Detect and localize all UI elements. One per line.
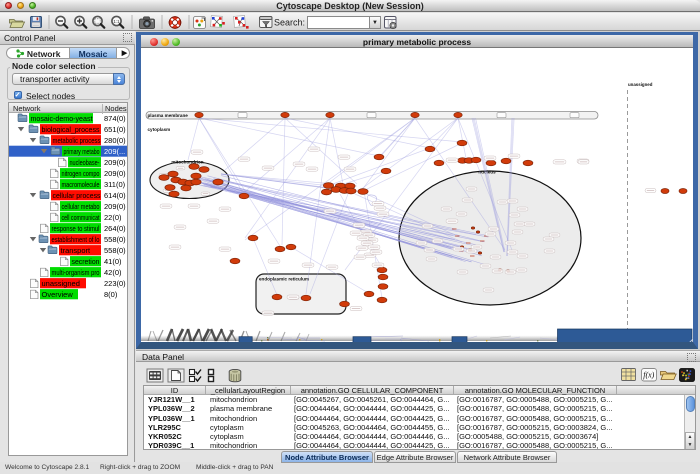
svg-text:f(x): f(x)	[643, 371, 654, 380]
